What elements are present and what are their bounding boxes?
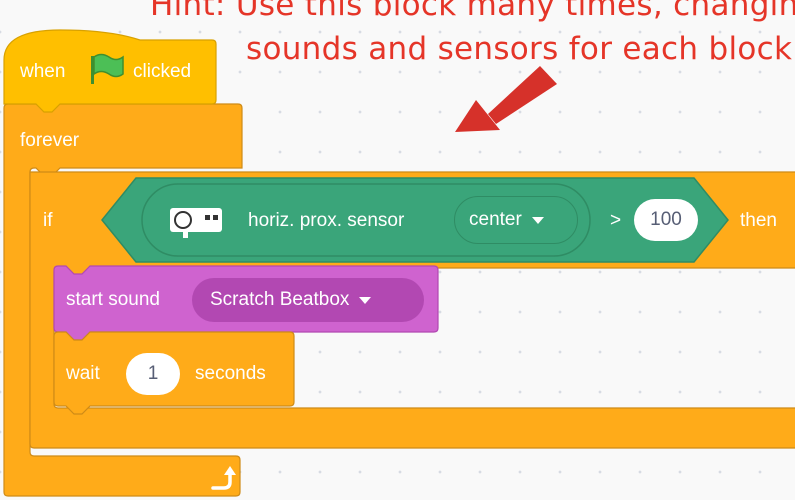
then-label: then — [740, 210, 777, 231]
forever-label: forever — [20, 130, 80, 151]
seconds-label: seconds — [195, 363, 266, 384]
start-sound-label: start sound — [66, 289, 160, 310]
sensor-dropdown-value: center — [469, 209, 522, 230]
wait-duration-input[interactable]: 1 — [126, 353, 180, 395]
hint-text-line-1: Hint: Use this block many times, changin… — [150, 0, 795, 23]
comparison-value-input[interactable]: 100 — [634, 199, 698, 241]
sensor-dropdown[interactable]: center — [454, 196, 578, 244]
sensor-label: horiz. prox. sensor — [248, 210, 405, 231]
sound-dropdown[interactable]: Scratch Beatbox — [192, 278, 424, 322]
if-label: if — [43, 210, 53, 231]
sound-dropdown-value: Scratch Beatbox — [210, 289, 350, 310]
chevron-down-icon — [531, 216, 544, 224]
clicked-label: clicked — [133, 61, 192, 82]
when-label: when — [20, 61, 66, 82]
operator-label: > — [610, 210, 622, 231]
chevron-down-icon — [359, 296, 372, 304]
script-canvas — [3, 29, 795, 497]
wait-label: wait — [66, 363, 100, 384]
red-arrow-icon — [455, 66, 557, 132]
hint-text-line-2: sounds and sensors for each block! — [246, 31, 795, 67]
